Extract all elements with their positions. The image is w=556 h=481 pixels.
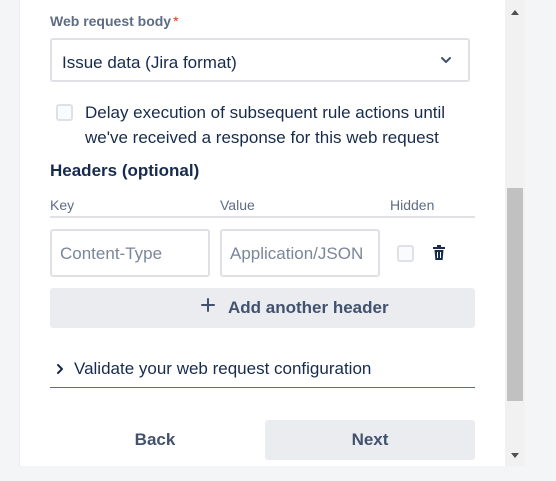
web-request-body-select[interactable]: Issue data (Jira format) xyxy=(50,38,470,82)
header-key-input[interactable]: Content-Type xyxy=(50,229,210,277)
header-hidden-checkbox[interactable] xyxy=(397,245,414,262)
delay-execution-label: Delay execution of subsequent rule actio… xyxy=(85,103,446,147)
web-request-body-label: Web request body * xyxy=(50,13,179,29)
headers-section-title: Headers (optional) xyxy=(50,161,200,180)
rule-config-panel: Web request body * Issue data (Jira forma… xyxy=(19,0,505,466)
column-header-key: Key xyxy=(50,197,75,213)
chevron-down-icon xyxy=(441,57,451,63)
column-header-value: Value xyxy=(220,197,255,213)
plus-icon xyxy=(201,298,215,312)
chevron-right-icon xyxy=(57,364,63,374)
scrollbar-thumb[interactable] xyxy=(507,188,523,401)
back-button[interactable]: Back xyxy=(50,420,260,460)
delay-execution-checkbox[interactable] xyxy=(56,104,73,121)
scroll-up-arrow-icon[interactable] xyxy=(505,4,525,21)
headers-divider xyxy=(50,216,475,218)
column-header-hidden: Hidden xyxy=(390,197,435,213)
web-request-body-selected-value: Issue data (Jira format) xyxy=(62,53,237,72)
header-value-input[interactable]: Application/JSON xyxy=(220,229,380,277)
validate-config-toggle[interactable]: Validate your web request configuration xyxy=(50,356,475,388)
validate-divider xyxy=(50,387,475,388)
next-button[interactable]: Next xyxy=(265,420,475,460)
vertical-scrollbar[interactable] xyxy=(505,0,525,466)
web-request-body-label-text: Web request body xyxy=(50,13,172,29)
add-header-label: Add another header xyxy=(228,298,389,317)
required-marker: * xyxy=(173,13,179,29)
add-header-button[interactable]: Add another header xyxy=(50,288,475,328)
scroll-down-arrow-icon[interactable] xyxy=(505,447,525,464)
trash-icon[interactable] xyxy=(432,245,446,261)
validate-config-label: Validate your web request configuration xyxy=(74,359,372,378)
